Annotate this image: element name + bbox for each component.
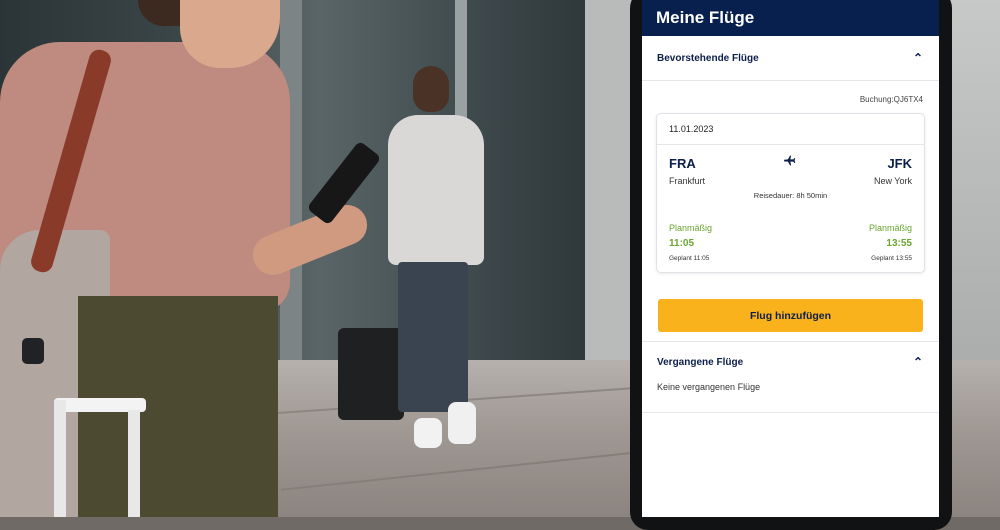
- booking-reference: Buchung:QJ6TX4: [859, 95, 923, 104]
- departure-planned-time: Geplant 11:05: [669, 255, 710, 262]
- app-screen: Meine Flüge Bevorstehende Flüge ⌃ Buchun…: [642, 0, 939, 517]
- chevron-up-icon: ⌃: [912, 355, 923, 369]
- departure-time: 11:05: [669, 238, 695, 249]
- man-torso: [388, 115, 484, 265]
- app-header: Meine Flüge: [642, 0, 939, 36]
- upcoming-flights-toggle[interactable]: Bevorstehende Flüge ⌃: [642, 36, 939, 80]
- building-pillar: [945, 0, 1000, 380]
- past-flights-toggle[interactable]: Vergangene Flüge ⌃: [642, 342, 939, 382]
- departure-status: Planmäßig: [669, 223, 713, 233]
- past-flights-heading: Vergangene Flüge: [657, 356, 744, 368]
- add-flight-button[interactable]: Flug hinzufügen: [658, 299, 923, 332]
- man-legs: [398, 262, 468, 412]
- flight-date: 11.01.2023: [669, 124, 714, 134]
- background-suitcase: [338, 328, 404, 420]
- man-head: [413, 66, 449, 112]
- chevron-up-icon: ⌃: [912, 51, 923, 65]
- no-past-flights-text: Keine vergangenen Flüge: [657, 382, 761, 392]
- section-divider: [642, 412, 939, 413]
- flight-card[interactable]: 11.01.2023 FRA Frankfurt JFK New York Re…: [656, 113, 925, 273]
- arrival-status: Planmäßig: [868, 223, 912, 233]
- man-shoe: [414, 418, 442, 448]
- page-title: Meine Flüge: [656, 8, 755, 27]
- origin-code: FRA: [669, 156, 696, 171]
- building-pillar: [585, 0, 635, 370]
- luggage-handle: [128, 410, 140, 517]
- arrival-planned-time: Geplant 13:55: [871, 255, 912, 262]
- man-shoe: [448, 402, 476, 444]
- card-divider: [657, 144, 924, 145]
- destination-city: New York: [873, 176, 912, 186]
- origin-city: Frankfurt: [669, 176, 706, 186]
- arrival-time: 13:55: [886, 238, 912, 249]
- upcoming-flights-heading: Bevorstehende Flüge: [657, 52, 759, 64]
- flight-duration: Reisedauer: 8h 50min: [753, 191, 828, 200]
- luggage-handle: [54, 400, 66, 517]
- airplane-icon: [783, 154, 796, 170]
- wristwatch: [22, 338, 44, 364]
- destination-code: JFK: [887, 156, 912, 171]
